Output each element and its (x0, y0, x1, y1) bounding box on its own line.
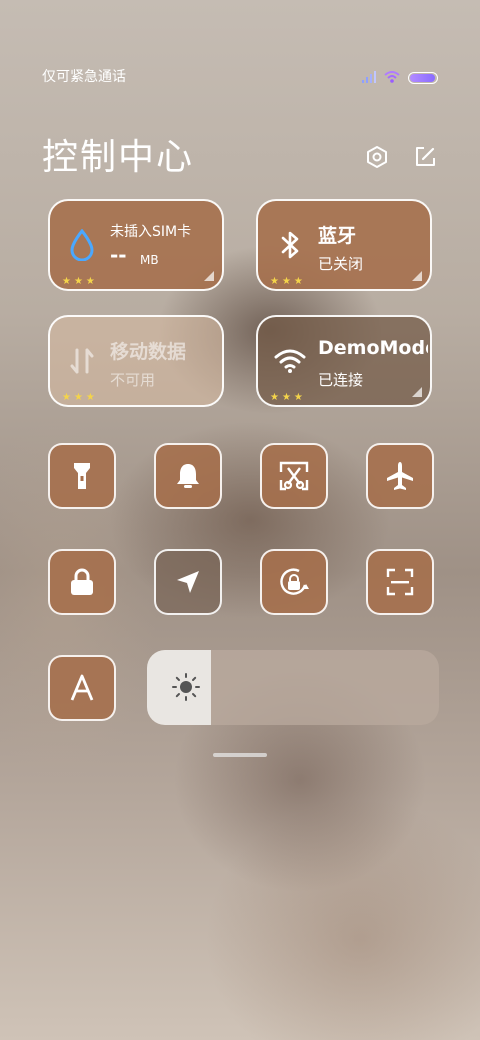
settings-hexagon-icon[interactable] (364, 144, 390, 170)
status-bar: 仅可紧急通话 (42, 64, 438, 88)
bluetooth-tile[interactable]: 蓝牙 已关闭 ★★★ (256, 199, 432, 291)
scan-toggle[interactable] (366, 549, 434, 615)
status-text: 仅可紧急通话 (42, 69, 126, 85)
edit-icon[interactable] (412, 144, 438, 170)
location-toggle[interactable] (154, 549, 222, 615)
wifi-tile[interactable]: DemoMode 已连接 ★★★ (256, 315, 432, 407)
silent-toggle[interactable] (154, 443, 222, 509)
lock-icon (71, 568, 93, 595)
tile-stars: ★★★ (270, 276, 306, 287)
airplane-toggle[interactable] (366, 443, 434, 509)
sim-data-value: -- (110, 243, 127, 267)
drag-handle[interactable] (213, 753, 267, 757)
tile-stars: ★★★ (270, 392, 306, 403)
brightness-slider[interactable] (147, 650, 439, 725)
bluetooth-icon (274, 229, 306, 261)
status-icons (362, 68, 438, 87)
scan-icon (386, 568, 414, 596)
tile-stars: ★★★ (62, 276, 98, 287)
screenshot-toggle[interactable] (260, 443, 328, 509)
battery-icon (408, 71, 438, 84)
bluetooth-status: 已关闭 (318, 255, 364, 273)
wifi-status: 已连接 (318, 371, 364, 389)
sim-data-tile[interactable]: 未插入SIM卡 -- MB ★★★ (48, 199, 224, 291)
scissors-icon (279, 461, 309, 491)
auto-brightness-toggle[interactable] (48, 655, 116, 721)
tile-stars: ★★★ (62, 392, 98, 403)
lock-screen-toggle[interactable] (48, 549, 116, 615)
battery-fill (410, 73, 435, 82)
expand-corner-icon (204, 271, 214, 281)
rotate-lock-icon (280, 568, 309, 595)
mobile-data-status: 不可用 (110, 371, 156, 389)
bluetooth-label: 蓝牙 (318, 225, 357, 247)
bell-icon (177, 464, 199, 488)
letter-a-icon (70, 674, 94, 701)
mobile-data-label: 移动数据 (110, 341, 187, 363)
page-title: 控制中心 (42, 137, 195, 178)
sim-label: 未插入SIM卡 (110, 224, 192, 240)
airplane-icon (387, 462, 413, 490)
auto-rotate-toggle[interactable] (260, 549, 328, 615)
cell-signal-icon (362, 68, 376, 87)
sun-icon (171, 672, 201, 702)
mobile-data-tile[interactable]: 移动数据 不可用 ★★★ (48, 315, 224, 407)
wifi-network-name: DemoMode (318, 337, 428, 359)
header-actions (364, 144, 438, 170)
water-drop-icon (66, 229, 98, 261)
flashlight-toggle[interactable] (48, 443, 116, 509)
expand-corner-icon (412, 387, 422, 397)
sim-data-unit: MB (140, 253, 159, 267)
wifi-status-icon (384, 68, 400, 87)
expand-corner-icon (412, 271, 422, 281)
flashlight-icon (74, 463, 90, 489)
wifi-icon (274, 345, 306, 377)
data-arrows-icon (66, 345, 98, 377)
location-arrow-icon (177, 571, 199, 593)
